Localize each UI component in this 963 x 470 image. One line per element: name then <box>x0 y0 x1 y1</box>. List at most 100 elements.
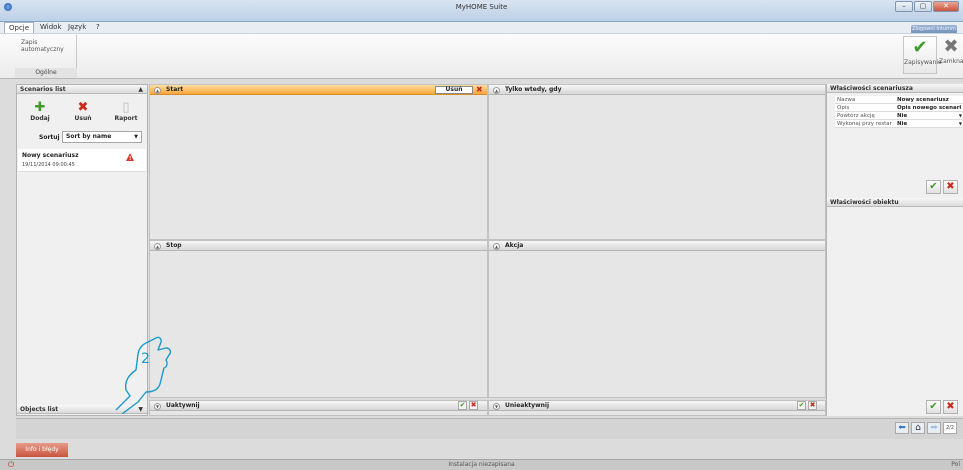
sort-value: Sort by name <box>66 133 112 140</box>
installation-status: Instalacja niezapisana <box>448 461 515 468</box>
cancel-button[interactable]: ✖ <box>943 400 958 414</box>
add-button[interactable]: ✚ Dodaj <box>20 100 60 123</box>
hand-pointer-icon <box>115 336 172 414</box>
close-icon: ✖ <box>943 36 959 57</box>
start-remove-button[interactable]: Usuń <box>435 86 473 94</box>
property-key: Nazwa <box>837 97 856 103</box>
property-value[interactable]: Opis nowego scenari <box>897 104 961 112</box>
save-button[interactable]: ✔ Zapisywanie <box>903 36 942 74</box>
action-header: ▲ Akcja <box>489 241 825 251</box>
stop-header: ▲ Stop <box>150 241 487 251</box>
stop-section[interactable]: ▲ Stop <box>149 240 488 398</box>
cancel-button[interactable]: ✖ <box>943 180 958 194</box>
window-controls: – ▢ ✕ <box>895 1 959 13</box>
action-title: Akcja <box>505 242 524 249</box>
window-title: MyHOME Suite <box>455 3 508 11</box>
collapse-icon[interactable]: ▲ <box>493 87 500 94</box>
enabled-actions: ✔ ✖ <box>458 401 478 411</box>
add-label: Dodaj <box>30 115 50 122</box>
property-row[interactable]: Nazwa Nowy scenariusz <box>835 96 963 104</box>
property-value[interactable]: Nie <box>897 112 907 120</box>
confirm-icon[interactable]: ✔ <box>797 401 806 410</box>
expand-icon[interactable]: ▼ <box>493 403 500 410</box>
action-section[interactable]: ▲ Akcja <box>488 240 826 398</box>
only-when-header: ▲ Tylko wtedy, gdy <box>489 85 825 95</box>
property-row[interactable]: Wykonaj przy restar Nie ▼ <box>835 120 963 128</box>
save-label: Zapisywanie <box>904 59 942 66</box>
dropdown-icon[interactable]: ▼ <box>959 120 962 128</box>
remove-icon[interactable]: ✖ <box>476 85 483 95</box>
back-arrow-icon[interactable]: ⬅ <box>895 422 909 434</box>
maximize-button[interactable]: ▢ <box>914 1 932 12</box>
object-properties-header: Właściwości obiektu <box>827 198 963 207</box>
check-icon: ✔ <box>912 37 928 58</box>
menu-bar: Opcje Widok Język ? Zlogowni Intumm <box>0 22 963 34</box>
property-key: Wykonaj przy restar <box>837 121 892 127</box>
stop-title: Stop <box>166 242 182 249</box>
enabled-header: ▼ Uaktywnij ✔ ✖ <box>150 401 487 411</box>
report-button[interactable]: ▯ Raport <box>106 101 146 123</box>
collapse-icon[interactable]: ▲ <box>493 243 500 250</box>
scenarios-list-header[interactable]: Scenarios list ▲ <box>17 85 147 94</box>
close-label: Zamkna <box>939 58 963 65</box>
menu-help[interactable]: ? <box>92 22 104 33</box>
enabled-section[interactable]: ▼ Uaktywnij ✔ ✖ <box>149 400 488 416</box>
chevron-up-icon[interactable]: ▲ <box>138 85 143 94</box>
forward-arrow-icon[interactable]: ➡ <box>927 422 941 434</box>
property-row[interactable]: Powtórz akcję Nie ▼ <box>835 112 963 120</box>
language-indicator: Pol <box>951 461 960 468</box>
info-errors-tab[interactable]: Info i błędy <box>16 443 68 457</box>
collapse-icon[interactable]: ▲ <box>154 243 161 250</box>
annotation-number: 2 <box>141 351 150 367</box>
menu-widok[interactable]: Widok <box>36 22 66 33</box>
objects-list-title: Objects list <box>20 406 59 413</box>
menu-opcje[interactable]: Opcje <box>4 22 35 33</box>
disabled-section[interactable]: ▼ Unieaktywnij ✔ ✖ <box>488 400 826 416</box>
sort-select[interactable]: Sort by name ▼ <box>62 131 142 143</box>
list-item[interactable]: Nowy scenariusz 19/11/2014 09:00:45 ! <box>18 149 146 172</box>
confirm-button[interactable]: ✔ <box>926 180 941 194</box>
properties-table: Nazwa Nowy scenariusz Opis Opis nowego s… <box>835 96 963 128</box>
dropdown-icon[interactable]: ▼ <box>959 112 962 120</box>
remove-label: Usuń <box>74 115 92 122</box>
confirm-icon[interactable]: ✔ <box>458 401 467 410</box>
auto-save-option[interactable]: Zapis automatyczny <box>21 39 76 53</box>
ribbon: Zapis automatyczny Ogólne ✔ Zapisywanie … <box>0 33 963 79</box>
close-window-button[interactable]: ✕ <box>933 1 959 12</box>
only-when-section[interactable]: ▲ Tylko wtedy, gdy <box>488 84 826 240</box>
warning-mark-icon: ! <box>129 156 132 162</box>
property-value[interactable]: Nowy scenariusz <box>897 96 949 104</box>
scenario-properties-header: Właściwości scenariusza <box>827 84 963 93</box>
sort-label: Sortuj <box>39 134 60 141</box>
confirm-button[interactable]: ✔ <box>926 400 941 414</box>
collapse-icon[interactable]: ▲ <box>154 87 161 94</box>
scenario-props-actions: ✔ ✖ <box>926 180 958 194</box>
scenario-toolbar: ✚ Dodaj ✖ Usuń ▯ Raport <box>20 101 146 127</box>
right-panel: Właściwości scenariusza Nazwa Nowy scena… <box>826 84 963 416</box>
chevron-down-icon: ▼ <box>134 134 138 140</box>
remove-button[interactable]: ✖ Usuń <box>63 101 103 123</box>
start-header: ▲ Start Usuń ✖ <box>150 85 487 95</box>
page-navigation: ⬅ ⌂ ➡ 2/2 <box>895 422 957 434</box>
property-key: Powtórz akcję <box>837 113 875 119</box>
plus-icon: ✚ <box>34 100 46 115</box>
cancel-icon[interactable]: ✖ <box>469 401 478 410</box>
only-when-title: Tylko wtedy, gdy <box>505 86 562 93</box>
start-section[interactable]: ▲ Start Usuń ✖ <box>149 84 488 240</box>
start-title: Start <box>166 86 184 93</box>
scenario-date: 19/11/2014 09:00:45 <box>22 162 75 168</box>
menu-jezyk[interactable]: Język <box>64 22 90 33</box>
page-indicator: 2/2 <box>943 422 957 434</box>
scenario-name: Nowy scenariusz <box>22 152 79 159</box>
bottom-status-bar: ⏻ Instalacja niezapisana Pol <box>0 459 963 470</box>
report-label: Raport <box>114 115 138 122</box>
home-icon[interactable]: ⌂ <box>911 422 925 434</box>
property-row[interactable]: Opis Opis nowego scenari <box>835 104 963 112</box>
cancel-icon[interactable]: ✖ <box>808 401 817 410</box>
close-button[interactable]: ✖ Zamkna <box>939 36 963 74</box>
property-value[interactable]: Nie <box>897 120 907 128</box>
scenarios-list-title: Scenarios list <box>20 86 66 93</box>
ribbon-group-general: Zapis automatyczny Ogólne <box>15 35 77 79</box>
disabled-header: ▼ Unieaktywnij ✔ ✖ <box>489 401 825 411</box>
minimize-button[interactable]: – <box>895 1 913 12</box>
